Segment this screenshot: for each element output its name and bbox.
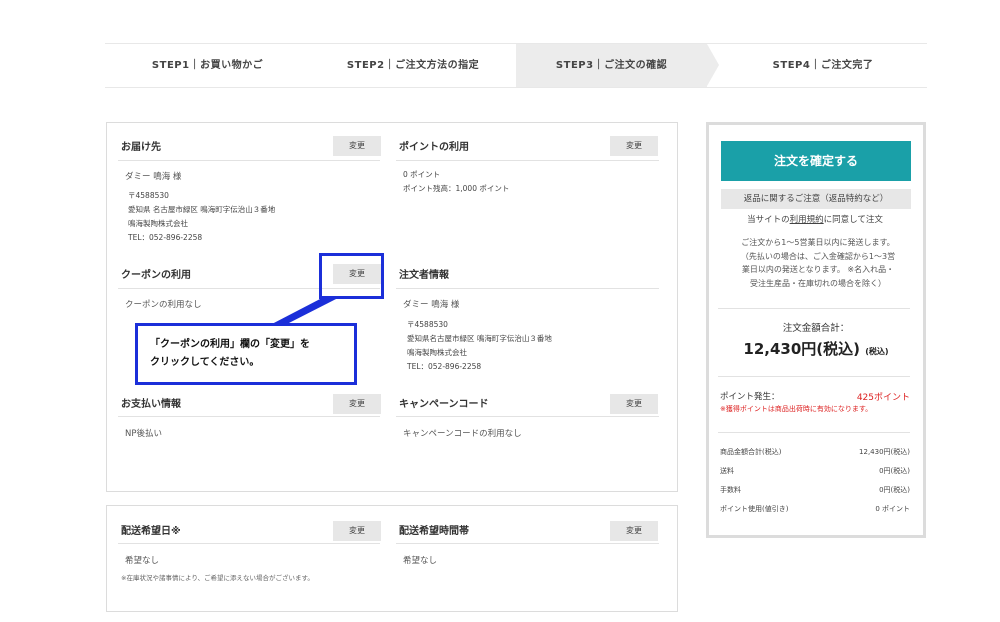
row-points-used-value: 0 ポイント [875, 505, 910, 513]
agree-pre: 当サイトの [747, 215, 790, 225]
row-fee-label: 手数料 [720, 486, 741, 494]
ship-note-2: （先払いの場合は、ご入金確認から1〜3営 [740, 251, 896, 261]
divider [718, 308, 910, 309]
total-label: 注文金額合計： [782, 323, 850, 334]
terms-link[interactable]: 利用規約 [790, 215, 824, 225]
row-shipping-value: 0円(税込) [879, 467, 910, 475]
points-earned-label: ポイント発生： [720, 392, 780, 402]
ship-note-4: 受注生産品・在庫切れの場合を除く） [750, 278, 886, 288]
total-suffix: (税込) [865, 347, 889, 356]
return-policy-button[interactable]: 返品に関するご注意（返品特約など） [721, 189, 911, 209]
row-shipping-label: 送料 [720, 467, 734, 475]
terms-agreement: 当サイトの利用規約に同意して注文 [715, 213, 915, 225]
total-amount: 12,430円(税込) [743, 340, 861, 358]
row-fee-value: 0円(税込) [879, 486, 910, 494]
total-value: 12,430円(税込) (税込) [720, 338, 912, 359]
confirm-order-button[interactable]: 注文を確定する [721, 141, 911, 181]
ship-note-1: ご注文から1〜5営業日以内に発送します。 [741, 238, 895, 247]
divider [718, 432, 910, 433]
row-subtotal-value: 12,430円(税込) [859, 448, 910, 456]
divider [718, 376, 910, 377]
callout-line-2: クリックしてください。 [150, 357, 260, 368]
points-earned-value: 425ポイント [856, 393, 910, 403]
instruction-callout: 「クーポンの利用」欄の「変更」を クリックしてください。 [135, 323, 357, 385]
points-earned-note: ※獲得ポイントは商品出荷時に有効になります。 [720, 405, 873, 413]
coupon-change-highlight [319, 253, 384, 299]
row-points-used-label: ポイント使用(値引き) [720, 505, 789, 513]
row-subtotal-label: 商品金額合計(税込) [720, 448, 782, 456]
callout-line-1: 「クーポンの利用」欄の「変更」を [150, 339, 310, 350]
shipping-note: ご注文から1〜5営業日以内に発送します。 （先払いの場合は、ご入金確認から1〜3… [720, 236, 916, 290]
agree-post: に同意して注文 [823, 215, 883, 225]
ship-note-3: 業日以内の発送となります。 ※名入れ品・ [741, 265, 895, 274]
